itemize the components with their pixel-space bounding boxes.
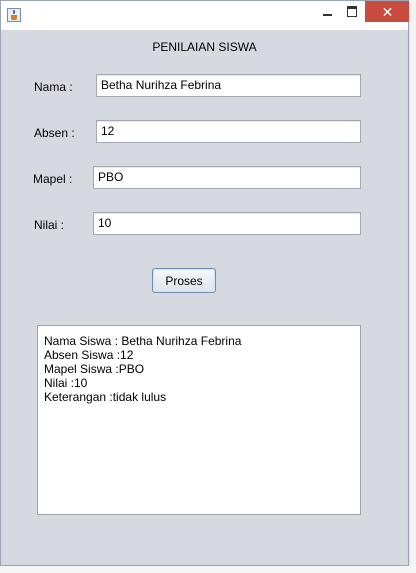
nilai-label: Nilai :	[34, 218, 65, 232]
absen-field[interactable]: 12	[96, 120, 361, 143]
java-cup-icon[interactable]	[7, 8, 21, 22]
output-line-absen: Absen Siswa :12	[44, 348, 134, 362]
background-strip-right	[409, 0, 416, 573]
form-panel: PENILAIAN SISWA Nama : Betha Nurihza Feb…	[4, 30, 405, 563]
nilai-field[interactable]: 10	[93, 212, 361, 235]
output-line-nilai: Nilai :10	[44, 376, 88, 390]
output-line-keterangan: Keterangan :tidak lulus	[44, 390, 167, 404]
close-icon: ✕	[381, 3, 394, 20]
output-textarea[interactable]: Nama Siswa : Betha Nurihza Febrina Absen…	[37, 325, 361, 515]
maximize-button[interactable]	[337, 1, 367, 22]
app-window: ✕ PENILAIAN SISWA Nama : Betha Nurihza F…	[0, 0, 410, 566]
mapel-label: Mapel :	[33, 172, 73, 186]
proses-button[interactable]: Proses	[152, 268, 216, 293]
output-line-nama: Nama Siswa : Betha Nurihza Febrina	[44, 334, 242, 348]
maximize-icon	[347, 6, 357, 17]
nama-field[interactable]: Betha Nurihza Febrina	[96, 74, 361, 97]
nama-label: Nama :	[34, 80, 73, 94]
absen-label: Absen :	[34, 126, 75, 140]
background-strip-bottom	[0, 566, 416, 573]
minimize-icon	[322, 13, 332, 16]
title-bar[interactable]: ✕	[1, 1, 410, 30]
mapel-field[interactable]: PBO	[93, 166, 361, 189]
form-title: PENILAIAN SISWA	[152, 40, 257, 54]
output-line-mapel: Mapel Siswa :PBO	[44, 362, 145, 376]
close-button[interactable]: ✕	[365, 1, 410, 22]
